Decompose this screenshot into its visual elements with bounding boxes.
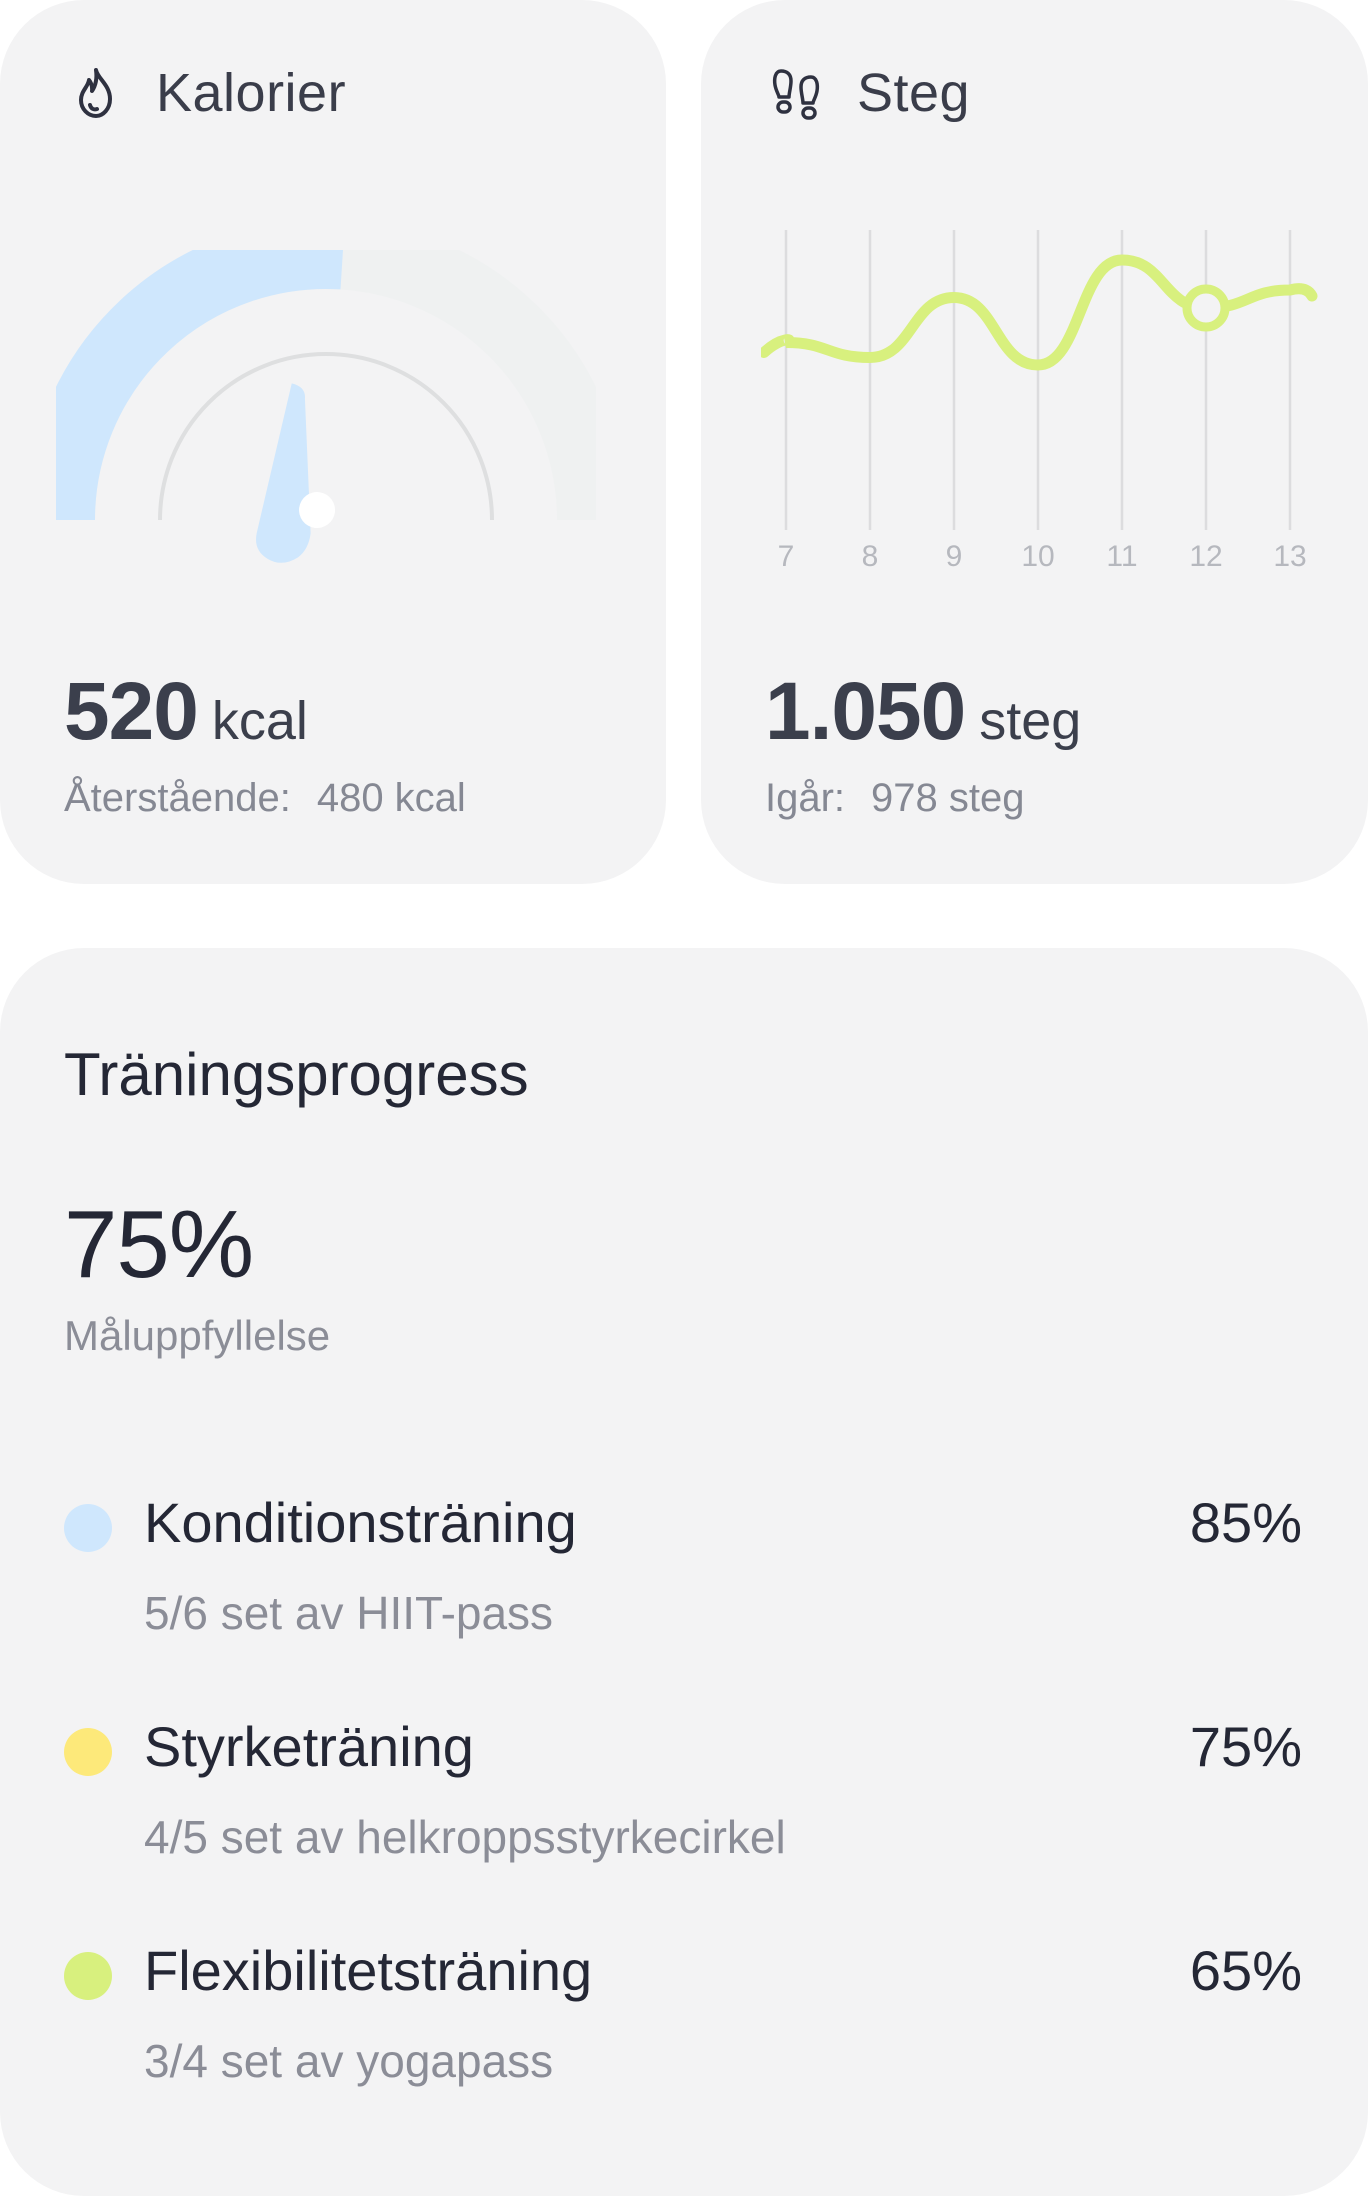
item-percent: 85% bbox=[1189, 1491, 1302, 1554]
progress-item-styrke[interactable]: Styrketräning 75% 4/5 set av helkroppsst… bbox=[0, 1714, 1368, 1884]
progress-item-kondition[interactable]: Konditionsträning 85% 5/6 set av HIIT-pa… bbox=[0, 1490, 1368, 1660]
status-dot bbox=[64, 1728, 112, 1776]
steps-chart: 7 8 9 10 11 12 13 bbox=[761, 230, 1318, 573]
calorie-gauge bbox=[56, 250, 596, 563]
remaining-value: 480 kcal bbox=[316, 776, 466, 820]
footprints-icon bbox=[772, 69, 820, 120]
steps-header: Steg bbox=[771, 62, 970, 124]
remaining-label: Återstående: bbox=[64, 776, 291, 820]
item-name: Flexibilitetsträning bbox=[144, 1939, 593, 2002]
calories-value-row: 520 kcal bbox=[64, 665, 308, 759]
flame-icon bbox=[79, 68, 112, 118]
item-name: Konditionsträning bbox=[144, 1491, 577, 1554]
item-detail: 5/6 set av HIIT-pass bbox=[144, 1587, 554, 1639]
status-dot bbox=[64, 1504, 112, 1552]
x-tick-label: 9 bbox=[946, 540, 963, 573]
calories-card[interactable]: Kalorier 520 kcal Återstående: 480 kcal bbox=[0, 0, 666, 884]
progress-percent: 75% bbox=[64, 1191, 254, 1298]
x-tick-label: 13 bbox=[1273, 540, 1306, 573]
x-tick-label: 10 bbox=[1021, 540, 1054, 573]
item-percent: 65% bbox=[1189, 1939, 1302, 2002]
x-tick-label: 8 bbox=[862, 540, 879, 573]
progress-item-flexibilitet[interactable]: Flexibilitetsträning 65% 3/4 set av yoga… bbox=[0, 1938, 1368, 2108]
item-detail: 3/4 set av yogapass bbox=[144, 2035, 554, 2087]
gauge-needle bbox=[256, 383, 336, 563]
progress-subtitle: Måluppfyllelse bbox=[64, 1312, 331, 1359]
calories-header: Kalorier bbox=[70, 62, 346, 124]
x-axis-ticks: 7 8 9 10 11 12 13 bbox=[778, 540, 1307, 573]
highlight-point bbox=[1182, 284, 1230, 332]
progress-title: Träningsprogress bbox=[64, 1041, 529, 1108]
calories-remaining: Återstående: 480 kcal bbox=[64, 776, 466, 821]
steps-title: Steg bbox=[857, 63, 971, 123]
x-tick-label: 12 bbox=[1189, 540, 1222, 573]
item-percent: 75% bbox=[1189, 1715, 1302, 1778]
calories-title: Kalorier bbox=[156, 63, 347, 123]
item-detail: 4/5 set av helkroppsstyrkecirkel bbox=[144, 1811, 786, 1863]
x-tick-label: 7 bbox=[778, 540, 795, 573]
steps-value: 1.050 bbox=[765, 666, 966, 757]
status-dot bbox=[64, 1952, 112, 2000]
chart-grid bbox=[784, 230, 1292, 530]
yesterday-label: Igår: bbox=[765, 776, 846, 820]
x-tick-label: 11 bbox=[1106, 540, 1137, 573]
item-name: Styrketräning bbox=[144, 1715, 474, 1778]
steps-yesterday: Igår: 978 steg bbox=[765, 776, 1025, 821]
calories-value: 520 bbox=[64, 666, 199, 757]
steps-value-row: 1.050 steg bbox=[765, 665, 1081, 759]
steps-card[interactable]: Steg 7 8 9 10 11 12 13 1.050 steg Igår: 978 st… bbox=[701, 0, 1368, 884]
steps-unit: steg bbox=[979, 691, 1082, 751]
calories-unit: kcal bbox=[211, 691, 308, 751]
yesterday-value: 978 steg bbox=[871, 776, 1025, 820]
